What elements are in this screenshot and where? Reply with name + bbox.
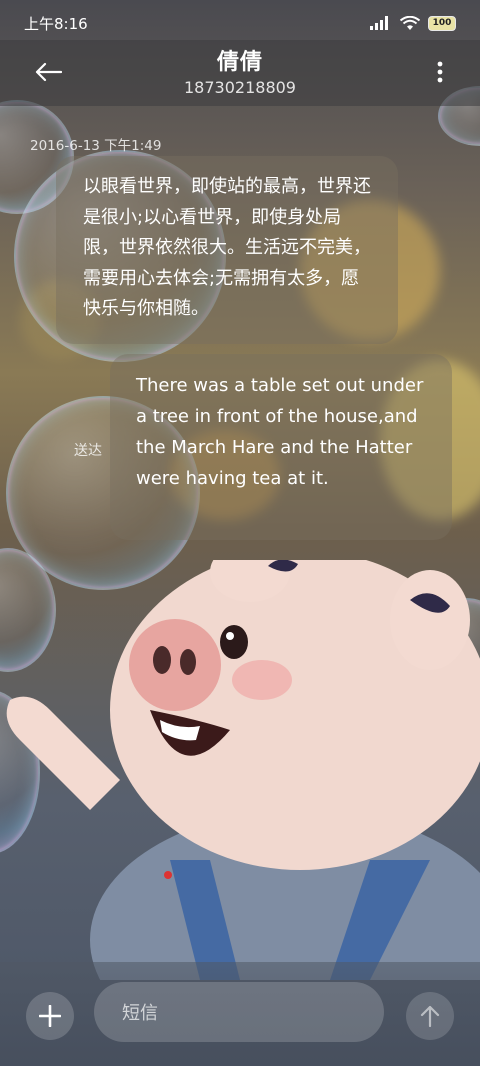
wifi-icon	[400, 15, 420, 30]
send-button[interactable]	[406, 992, 454, 1040]
add-attachment-button[interactable]	[26, 992, 74, 1040]
plus-icon	[39, 1005, 61, 1027]
incoming-message-bubble[interactable]: 以眼看世界，即使站的最高，世界还是很小;以心看世界，即使身处局限，世界依然很大。…	[56, 156, 398, 344]
message-composer: 短信	[0, 962, 480, 1066]
outgoing-message-bubble[interactable]: There was a table set out under a tree i…	[110, 354, 452, 540]
battery-icon: 100	[428, 15, 456, 31]
outgoing-message-text: There was a table set out under a tree i…	[136, 375, 424, 489]
status-time: 上午8:16	[24, 14, 88, 33]
contact-number: 18730218809	[184, 78, 296, 97]
message-input[interactable]: 短信	[94, 982, 384, 1042]
message-timestamp: 2016-6-13 下午1:49	[30, 138, 162, 154]
incoming-message-text: 以眼看世界，即使站的最高，世界还是很小;以心看世界，即使身处局限，世界依然很大。…	[83, 176, 371, 319]
arrow-up-icon	[420, 1005, 440, 1027]
signal-icon	[370, 16, 388, 30]
more-options-button[interactable]	[430, 54, 450, 90]
pig-illustration	[6, 560, 480, 980]
conversation-header: 倩倩 18730218809	[0, 40, 480, 106]
status-icons: 100	[370, 15, 456, 31]
contact-info[interactable]: 倩倩 18730218809	[0, 44, 480, 97]
more-vertical-icon	[437, 61, 443, 83]
delivery-status: 送达	[74, 443, 102, 459]
contact-name: 倩倩	[216, 50, 263, 75]
